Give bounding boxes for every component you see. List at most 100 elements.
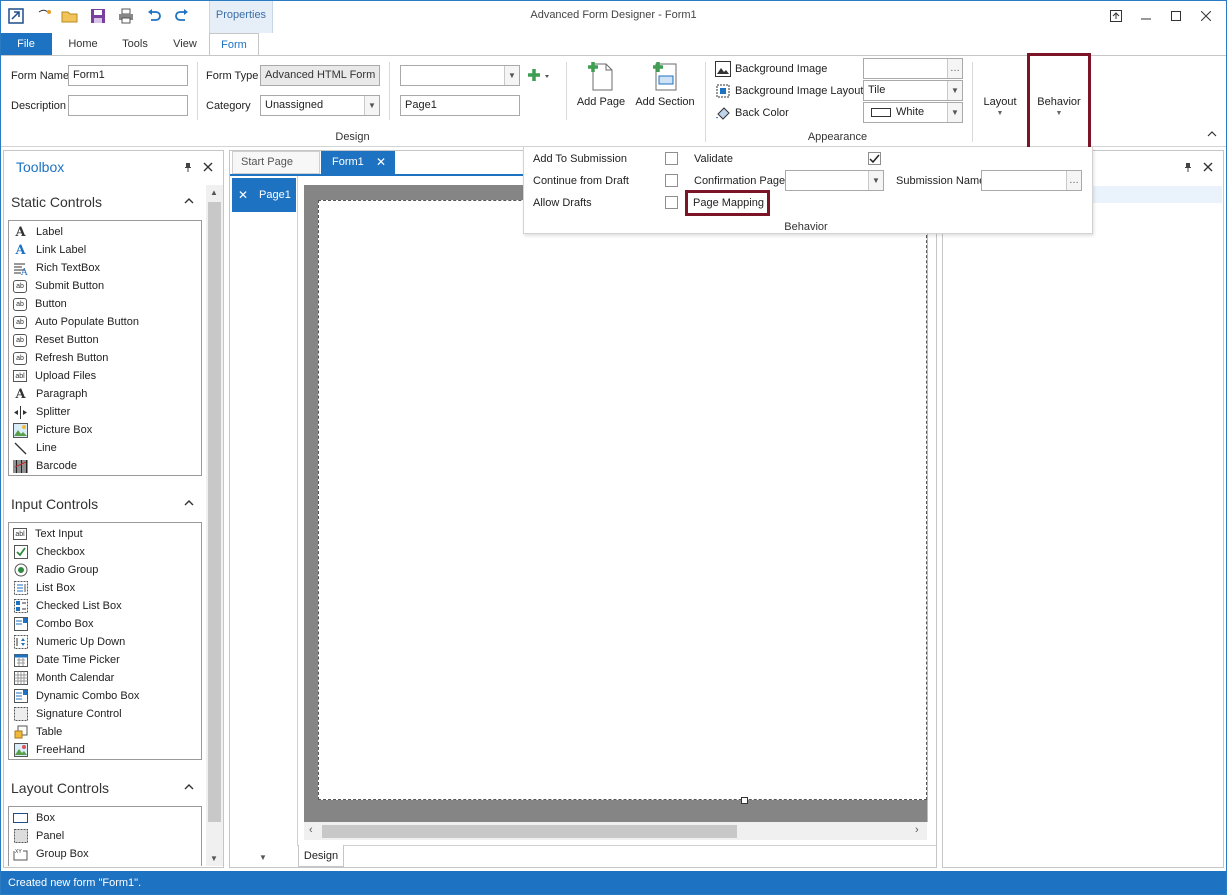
remove-page-icon[interactable]: ✕	[238, 178, 248, 212]
divider	[705, 62, 706, 142]
layout-controls-header: Layout Controls	[11, 780, 110, 796]
svg-text:XY: XY	[15, 849, 22, 855]
tool-radio-group[interactable]: Radio Group	[13, 561, 98, 579]
tool-barcode[interactable]: Barcode	[13, 457, 77, 475]
chevron-down-icon[interactable]: ▼	[364, 96, 379, 115]
resize-handle[interactable]	[741, 797, 748, 804]
tool-paragraph[interactable]: A Paragraph	[13, 385, 87, 403]
add-page-plus-icon[interactable]	[527, 67, 551, 85]
continue-from-draft-checkbox[interactable]	[665, 174, 678, 187]
background-image-input[interactable]: …	[863, 58, 963, 79]
maximize-button[interactable]	[1164, 6, 1188, 26]
page-mapping-button[interactable]: Page Mapping	[693, 197, 764, 209]
tool-group-box[interactable]: XY Group Box	[13, 845, 89, 863]
page-select[interactable]: ▼	[400, 65, 520, 86]
collapse-layout-icon[interactable]	[183, 782, 195, 792]
toolbox-scroll-thumb[interactable]	[208, 202, 221, 822]
tab-view[interactable]: View	[166, 33, 204, 55]
tool-table[interactable]: Table	[13, 723, 62, 741]
scroll-right-icon[interactable]: ›	[915, 824, 919, 836]
pin-icon[interactable]	[182, 161, 194, 173]
collapse-input-icon[interactable]	[183, 498, 195, 508]
allow-drafts-checkbox[interactable]	[665, 196, 678, 209]
tool-auto-populate-button[interactable]: ab Auto Populate Button	[13, 313, 139, 331]
tool-rich-textbox[interactable]: A Rich TextBox	[13, 259, 100, 277]
back-color-select[interactable]: White ▼	[863, 102, 963, 123]
tool-upload-files[interactable]: abl Upload Files	[13, 367, 96, 385]
chevron-down-icon[interactable]: ▼	[947, 81, 962, 100]
tool-panel[interactable]: Panel	[13, 827, 64, 845]
tool-button[interactable]: ab Button	[13, 295, 67, 313]
page-name-input[interactable]: Page1	[400, 95, 520, 116]
layout-label: Layout	[983, 96, 1017, 108]
behavior-button[interactable]: Behavior ▼	[1033, 96, 1085, 117]
tool-reset-button[interactable]: ab Reset Button	[13, 331, 99, 349]
collapse-static-icon[interactable]	[183, 196, 195, 206]
tool-submit-button[interactable]: ab Submit Button	[13, 277, 104, 295]
tool-month-calendar[interactable]: Month Calendar	[13, 669, 114, 687]
minimize-button[interactable]	[1134, 6, 1158, 26]
pin-icon[interactable]	[1182, 161, 1194, 173]
tab-form1[interactable]: Form1 ✕	[321, 151, 395, 174]
tool-dynamic-combo-box[interactable]: Dynamic Combo Box	[13, 687, 139, 705]
canvas-scroll-thumb[interactable]	[322, 825, 737, 838]
add-section-button[interactable]: Add Section	[634, 60, 696, 116]
ellipsis-button[interactable]: …	[1066, 171, 1081, 190]
validate-checkbox[interactable]	[868, 152, 881, 165]
category-select[interactable]: Unassigned ▼	[260, 95, 380, 116]
tool-checked-list-box[interactable]: Checked List Box	[13, 597, 122, 615]
form-name-input[interactable]: Form1	[68, 65, 188, 86]
close-button[interactable]	[1194, 6, 1218, 26]
tool-splitter[interactable]: Splitter	[13, 403, 70, 421]
scroll-down-icon[interactable]: ▼	[210, 854, 218, 863]
tab-design[interactable]: Design	[298, 845, 344, 867]
close-tab-icon[interactable]: ✕	[376, 151, 386, 174]
chevron-down-icon[interactable]: ▼	[947, 103, 962, 122]
collapse-ribbon-icon[interactable]	[1206, 129, 1218, 139]
background-image-layout-select[interactable]: Tile ▼	[863, 80, 963, 101]
tab-home[interactable]: Home	[62, 33, 104, 55]
design-page-surface[interactable]	[318, 200, 927, 800]
background-image-icon	[715, 61, 731, 77]
layout-button[interactable]: Layout ▼	[980, 96, 1020, 117]
tab-start-page[interactable]: Start Page	[232, 151, 320, 174]
tool-list-box[interactable]: List Box	[13, 579, 75, 597]
description-input[interactable]	[68, 95, 188, 116]
chevron-down-icon[interactable]: ▼	[504, 66, 519, 85]
add-page-button[interactable]: Add Page	[574, 60, 628, 116]
tool-numeric-up-down[interactable]: Numeric Up Down	[13, 633, 125, 651]
static-controls-list: A Label A Link Label A Rich TextBox ab Submi…	[8, 220, 202, 476]
layout-controls-list: Box Panel XY Group Box	[8, 806, 202, 866]
tool-line[interactable]: Line	[13, 439, 57, 457]
scroll-up-icon[interactable]: ▲	[210, 188, 218, 197]
tool-combo-box[interactable]: Combo Box	[13, 615, 93, 633]
submission-name-input[interactable]: …	[981, 170, 1082, 191]
page-tab-page1[interactable]: ✕ Page1	[232, 178, 296, 212]
tool-checkbox[interactable]: Checkbox	[13, 543, 85, 561]
tool-label[interactable]: A Label	[13, 223, 62, 241]
tool-refresh-button[interactable]: ab Refresh Button	[13, 349, 108, 367]
scroll-left-icon[interactable]: ‹	[309, 824, 313, 836]
tool-text-input[interactable]: abl Text Input	[13, 525, 83, 543]
close-pane-icon[interactable]	[1202, 161, 1214, 173]
tool-freehand[interactable]: FreeHand	[13, 741, 85, 759]
ellipsis-button[interactable]: …	[947, 59, 962, 78]
tool-box[interactable]: Box	[13, 809, 55, 827]
tool-date-time-picker[interactable]: Date Time Picker	[13, 651, 120, 669]
tab-tools[interactable]: Tools	[114, 33, 156, 55]
canvas-vertical-scrollbar[interactable]	[927, 185, 935, 822]
add-to-submission-checkbox[interactable]	[665, 152, 678, 165]
tool-link-label[interactable]: A Link Label	[13, 241, 86, 259]
tool-signature-control[interactable]: Signature Control	[13, 705, 122, 723]
chevron-down-icon[interactable]: ▼	[868, 171, 883, 190]
month-calendar-icon	[13, 671, 28, 686]
page-list-scroll-down-icon[interactable]: ▼	[259, 853, 267, 862]
static-controls-header: Static Controls	[11, 194, 103, 210]
tab-file[interactable]: File	[0, 33, 52, 55]
ribbon-display-options-icon[interactable]	[1104, 6, 1128, 26]
close-toolbox-icon[interactable]	[202, 161, 214, 173]
confirmation-page-select[interactable]: ▼	[785, 170, 884, 191]
properties-selected-row[interactable]	[1090, 186, 1222, 203]
tool-picture-box[interactable]: Picture Box	[13, 421, 92, 439]
tab-form[interactable]: Form	[209, 33, 259, 56]
